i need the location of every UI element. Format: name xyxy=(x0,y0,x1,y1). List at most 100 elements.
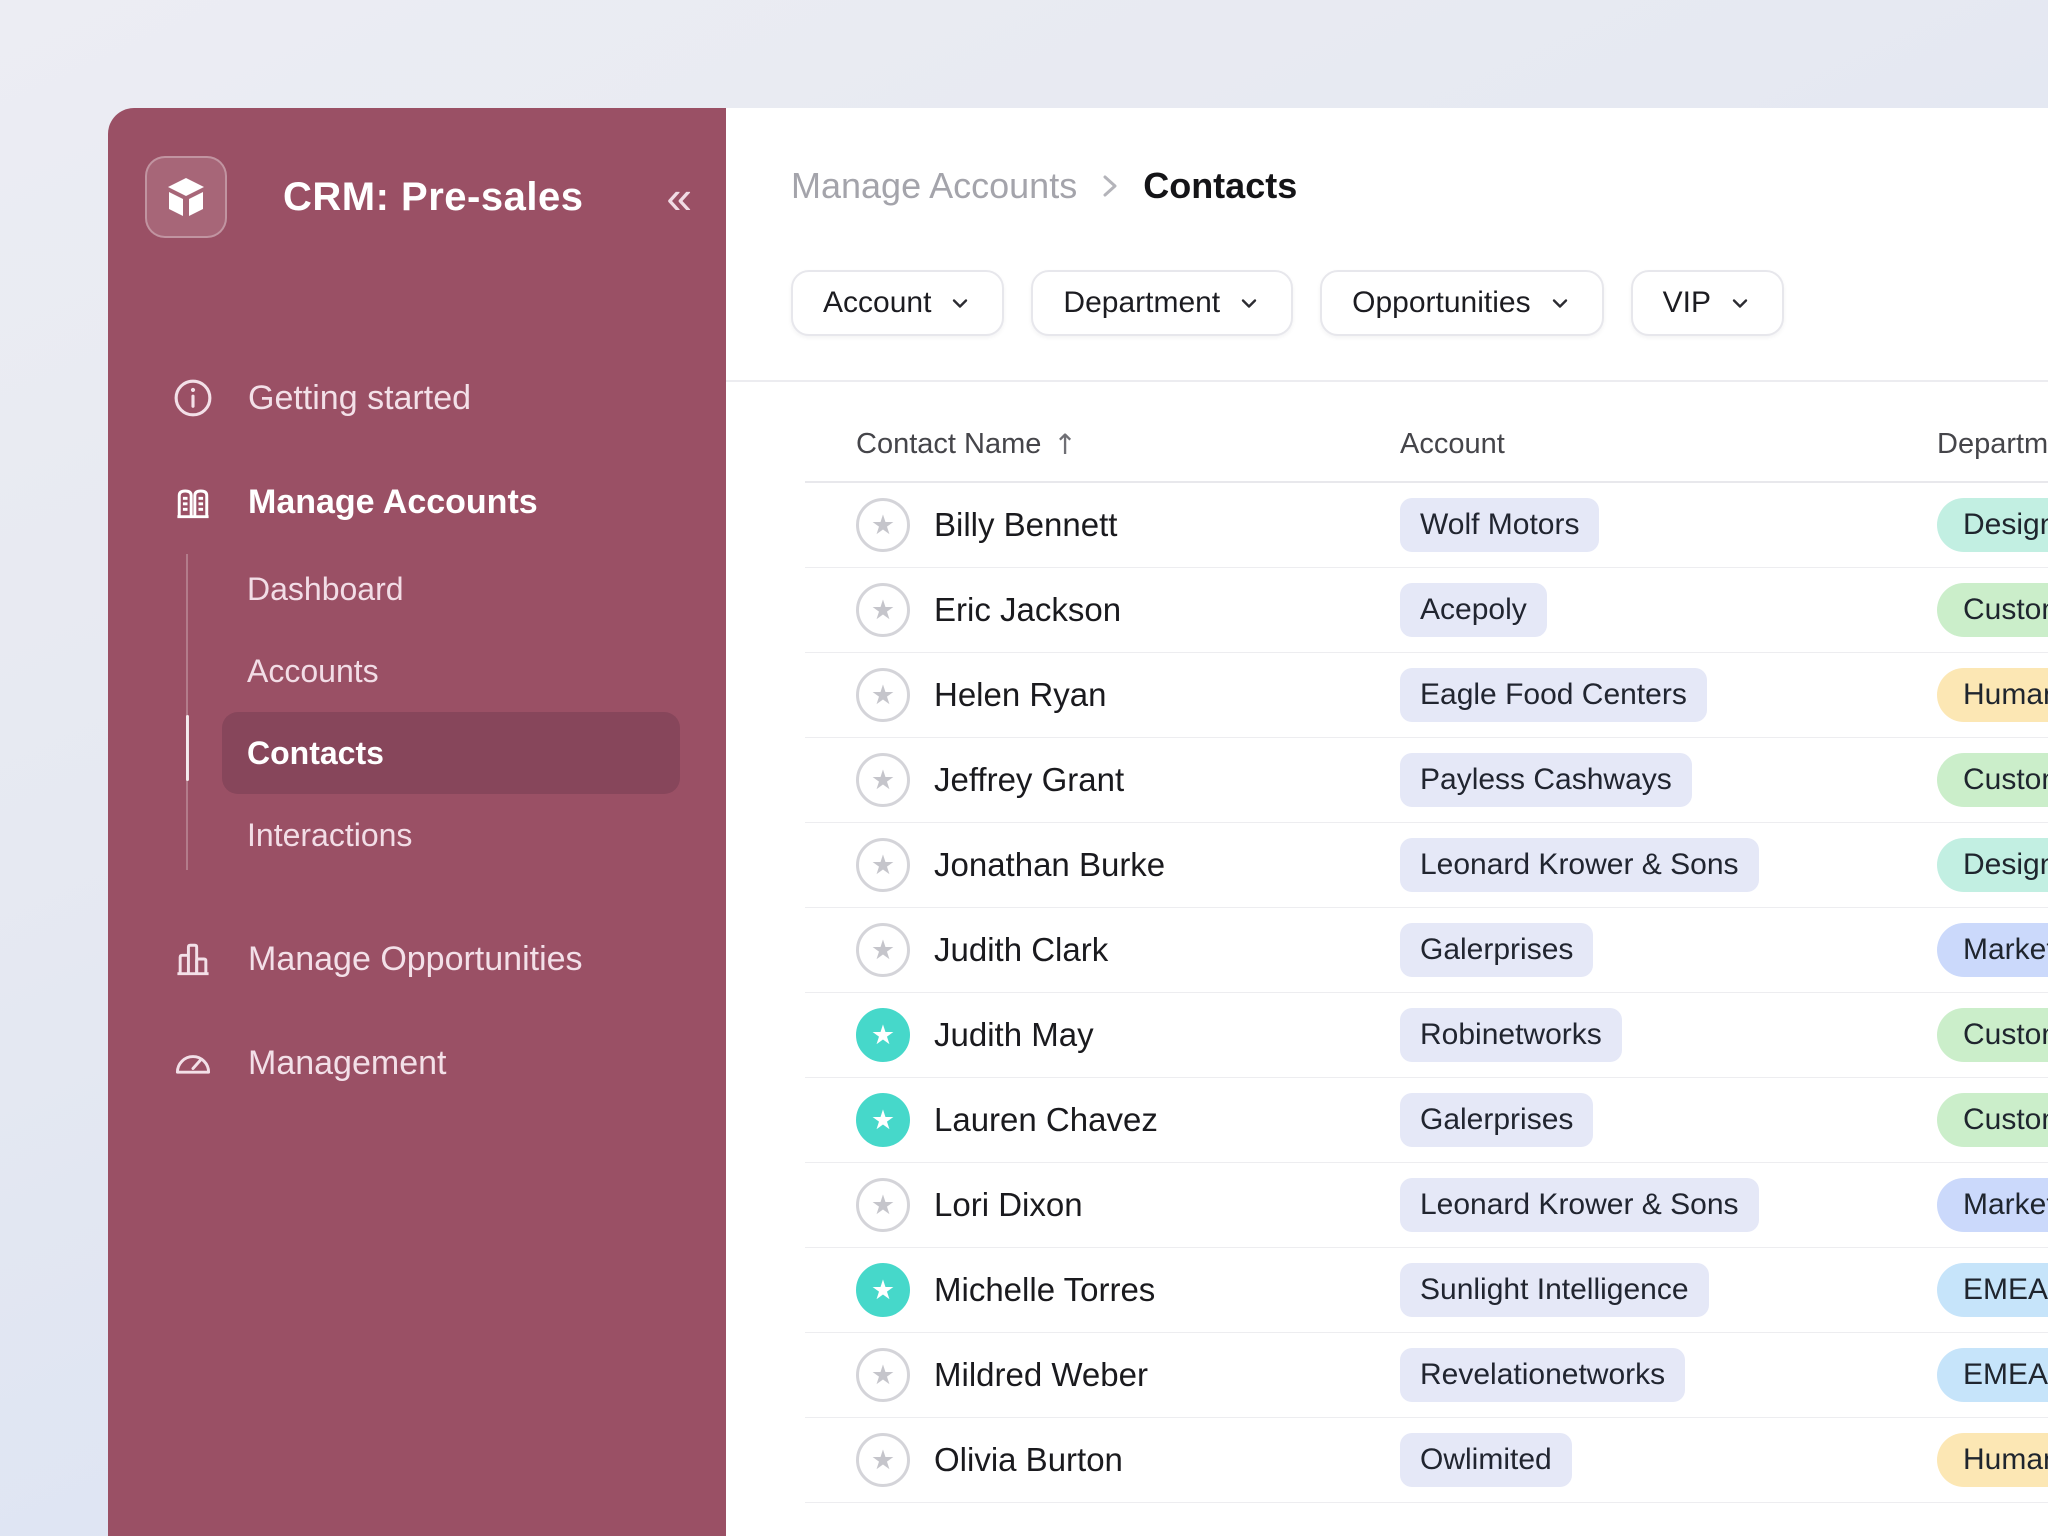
filter-label: Department xyxy=(1063,286,1220,320)
table-row[interactable]: ★Billy BennettWolf MotorsDesign xyxy=(805,483,2048,568)
table-row[interactable]: ★ Lori Dixon Leonard Krower & Sons Marketin… xyxy=(805,1163,2048,1248)
table-row[interactable]: ★Judith ClarkGalerprisesMarketing xyxy=(805,908,2048,993)
contact-name-cell: ★Judith May xyxy=(856,1008,1400,1062)
contact-name: Eric Jackson xyxy=(934,591,1121,629)
account-cell: Acepoly xyxy=(1400,583,1937,637)
contact-name-cell: ★ Eric Jackson xyxy=(856,583,1400,637)
department-cell: Human res xyxy=(1937,1433,2048,1487)
sidebar-item-manage-accounts[interactable]: Manage Accounts xyxy=(108,460,726,544)
sublist-track xyxy=(186,554,188,870)
column-header-label: Department xyxy=(1937,428,2048,461)
table-row[interactable]: ★Helen RyanEagle Food CentersHuman res xyxy=(805,653,2048,738)
contact-name: Jonathan Burke xyxy=(934,846,1165,884)
sidebar-item-contacts[interactable]: Contacts xyxy=(222,712,680,794)
star-icon[interactable]: ★ xyxy=(856,1433,910,1487)
column-header-account[interactable]: Account xyxy=(1400,428,1937,461)
sidebar-item-dashboard[interactable]: Dashboard xyxy=(222,548,680,630)
chevron-right-icon xyxy=(1099,169,1121,203)
info-icon xyxy=(170,375,216,421)
star-icon[interactable]: ★ xyxy=(856,498,910,552)
breadcrumb: Manage Accounts Contacts xyxy=(791,164,2048,208)
contact-name-cell: ★Billy Bennett xyxy=(856,498,1400,552)
star-icon[interactable]: ★ xyxy=(856,1178,910,1232)
department-chip: Design xyxy=(1937,838,2048,892)
table-row[interactable]: ★Mildred WeberRevelationetworksEMEA ope xyxy=(805,1333,2048,1418)
account-chip: Owlimited xyxy=(1400,1433,1572,1487)
sidebar-item-manage-opportunities[interactable]: Manage Opportunities xyxy=(108,917,726,1001)
page-background: CRM: Pre-sales « Getting started xyxy=(0,0,2048,1536)
bar-chart-icon xyxy=(170,936,216,982)
filter-account-button[interactable]: Account xyxy=(791,270,1004,336)
contact-name: Jeffrey Grant xyxy=(934,761,1124,799)
filter-opportunities-button[interactable]: Opportunities xyxy=(1320,270,1603,336)
contact-name: Mildred Weber xyxy=(934,1356,1148,1394)
contact-name-cell: ★Lauren Chavez xyxy=(856,1093,1400,1147)
star-icon[interactable]: ★ xyxy=(856,668,910,722)
main-content: Manage Accounts Contacts Account Departm… xyxy=(726,108,2048,1536)
star-icon[interactable]: ★ xyxy=(856,753,910,807)
department-chip: Customer xyxy=(1937,1093,2048,1147)
star-icon[interactable]: ★ xyxy=(856,923,910,977)
contact-name-cell: ★ Lori Dixon xyxy=(856,1178,1400,1232)
filter-vip-button[interactable]: VIP xyxy=(1631,270,1784,336)
account-chip: Sunlight Intelligence xyxy=(1400,1263,1709,1317)
contact-name-cell: ★ Jonathan Burke xyxy=(856,838,1400,892)
sidebar-collapse-button[interactable]: « xyxy=(662,174,696,220)
department-cell: Marketing xyxy=(1937,1178,2048,1232)
sublist-track-active xyxy=(186,715,189,781)
account-cell: Eagle Food Centers xyxy=(1400,668,1937,722)
column-header-contact-name[interactable]: Contact Name ↑ xyxy=(856,428,1400,461)
vip-star-icon[interactable]: ★ xyxy=(856,1263,910,1317)
contact-name-cell: ★Michelle Torres xyxy=(856,1263,1400,1317)
sidebar-item-interactions[interactable]: Interactions xyxy=(222,794,680,876)
breadcrumb-parent-link[interactable]: Manage Accounts xyxy=(791,165,1077,207)
column-header-label: Contact Name xyxy=(856,428,1041,461)
department-cell: Customer xyxy=(1937,583,2048,637)
department-chip: Marketing xyxy=(1937,923,2048,977)
star-icon[interactable]: ★ xyxy=(856,583,910,637)
app-window: CRM: Pre-sales « Getting started xyxy=(108,108,2048,1536)
contacts-table: Contact Name ↑ Account Department ★Billy… xyxy=(805,382,2048,1503)
sidebar-item-label: Manage Accounts xyxy=(248,483,538,522)
table-row[interactable]: ★Michelle TorresSunlight IntelligenceEME… xyxy=(805,1248,2048,1333)
account-cell: Leonard Krower & Sons xyxy=(1400,1178,1937,1232)
table-row[interactable]: ★Judith MayRobinetworksCustomer xyxy=(805,993,2048,1078)
account-chip: Revelationetworks xyxy=(1400,1348,1685,1402)
account-cell: Revelationetworks xyxy=(1400,1348,1937,1402)
sidebar-header: CRM: Pre-sales « xyxy=(145,156,696,238)
contact-name-cell: ★Judith Clark xyxy=(856,923,1400,977)
account-chip: Eagle Food Centers xyxy=(1400,668,1707,722)
star-icon[interactable]: ★ xyxy=(856,838,910,892)
table-row[interactable]: ★ Jonathan Burke Leonard Krower & Sons Desi… xyxy=(805,823,2048,908)
vip-star-icon[interactable]: ★ xyxy=(856,1008,910,1062)
filter-department-button[interactable]: Department xyxy=(1031,270,1293,336)
account-chip: Leonard Krower & Sons xyxy=(1400,1178,1759,1232)
app-title: CRM: Pre-sales xyxy=(283,175,662,220)
sidebar-item-label: Manage Opportunities xyxy=(248,940,583,979)
account-chip: Robinetworks xyxy=(1400,1008,1622,1062)
table-header-row: Contact Name ↑ Account Department xyxy=(805,382,2048,483)
department-chip: Marketing xyxy=(1937,1178,2048,1232)
sidebar: CRM: Pre-sales « Getting started xyxy=(108,108,726,1536)
filter-bar: Account Department Opportunities xyxy=(791,270,2048,336)
sidebar-item-management[interactable]: Management xyxy=(108,1021,726,1105)
column-header-label: Account xyxy=(1400,428,1505,461)
table-row[interactable]: ★Olivia BurtonOwlimitedHuman res xyxy=(805,1418,2048,1503)
department-cell: Customer xyxy=(1937,1093,2048,1147)
sidebar-item-accounts[interactable]: Accounts xyxy=(222,630,680,712)
column-header-department[interactable]: Department xyxy=(1937,428,2048,461)
table-row[interactable]: ★ Eric Jackson AcepolyCustomer xyxy=(805,568,2048,653)
department-cell: Design xyxy=(1937,838,2048,892)
account-chip: Galerprises xyxy=(1400,1093,1593,1147)
table-row[interactable]: ★Jeffrey GrantPayless CashwaysCustomer xyxy=(805,738,2048,823)
sort-ascending-icon: ↑ xyxy=(1053,428,1076,461)
gauge-icon xyxy=(170,1040,216,1086)
table-row[interactable]: ★Lauren ChavezGalerprises Customer xyxy=(805,1078,2048,1163)
vip-star-icon[interactable]: ★ xyxy=(856,1093,910,1147)
sidebar-item-label: Getting started xyxy=(248,379,471,418)
account-chip: Leonard Krower & Sons xyxy=(1400,838,1759,892)
account-cell: Galerprises xyxy=(1400,923,1937,977)
sidebar-item-getting-started[interactable]: Getting started xyxy=(108,356,726,440)
contact-name: Lori Dixon xyxy=(934,1186,1083,1224)
star-icon[interactable]: ★ xyxy=(856,1348,910,1402)
